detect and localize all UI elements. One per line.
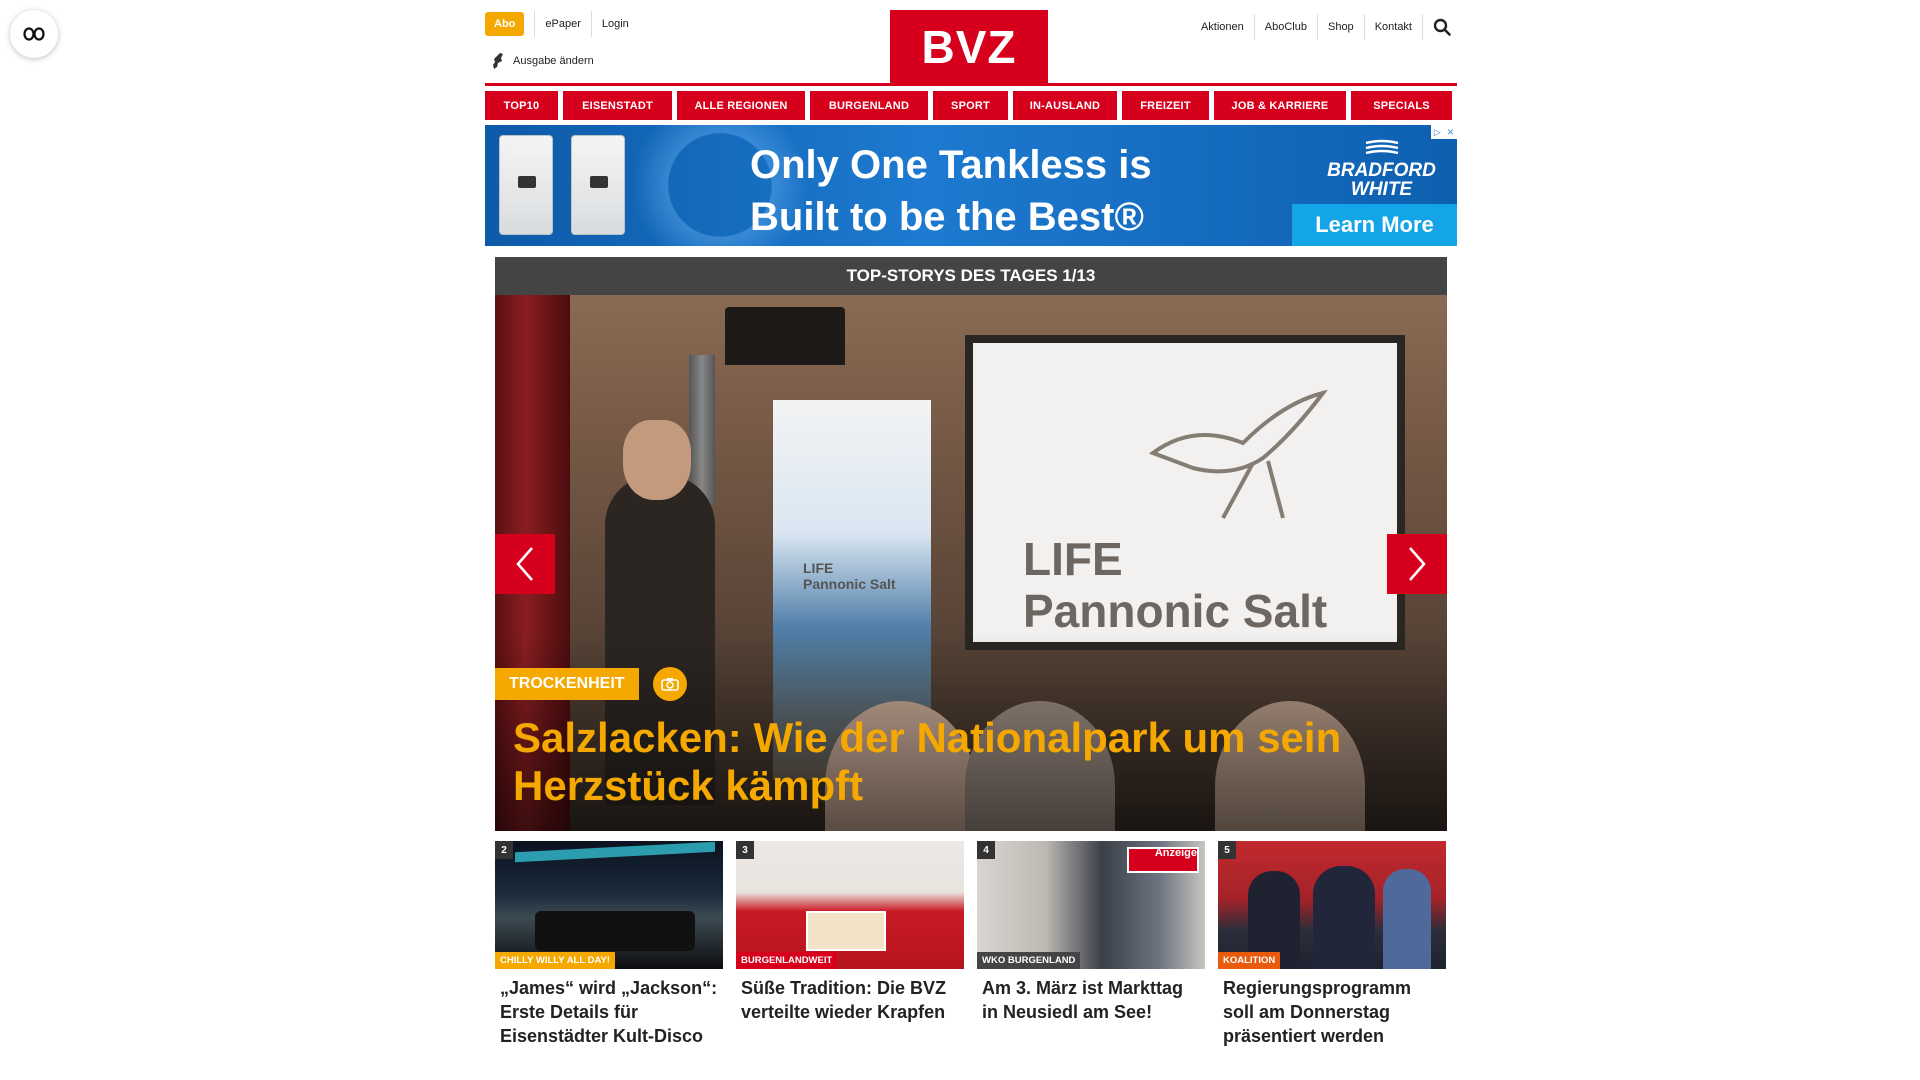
teaser-photo-krapfen [806,911,886,951]
teaser-image[interactable]: Anzeige 4 WKO BURGENLAND [977,841,1205,969]
banner-text-line2: Pannonic Salt [803,576,896,592]
teaser-headline[interactable]: Regierungsprogramm soll am Donnerstag pr… [1218,969,1446,1048]
slider-next-button[interactable] [1387,534,1447,594]
teaser-photo-light [515,841,715,863]
hero-image[interactable]: LIFE Pannonic Salt LIFE Pannonic Salt TR… [495,295,1447,831]
hero-category-tag[interactable]: TROCKENHEIT [495,668,639,700]
teaser-photo-person [1383,869,1431,969]
teaser-image[interactable]: 3 BURGENLANDWEIT [736,841,964,969]
aboclub-link[interactable]: AboClub [1255,14,1318,40]
ad-product-image [499,135,553,235]
screen-text: LIFE Pannonic Salt [1023,533,1327,637]
ad-headline-line1: Only One Tankless is [750,143,1152,187]
slider-prev-button[interactable] [495,534,555,594]
teaser-card[interactable]: 5 KOALITION Regierungsprogramm soll am D… [1218,841,1446,1048]
top-right-links: Aktionen AboClub Shop Kontakt [1191,14,1457,40]
nav-item-top10[interactable]: TOP10 [485,91,558,120]
teaser-card[interactable]: 3 BURGENLANDWEIT Süße Tradition: Die BVZ… [736,841,964,1048]
slider-header: TOP-STORYS DES TAGES 1/13 [495,257,1447,295]
ad-headline-line2: Built to be the Best® [750,195,1144,239]
camera-icon [661,678,679,691]
teaser-card[interactable]: 2 CHILLY WILLY ALL DAY! „James“ wird „Ja… [495,841,723,1048]
screen-text-line2: Pannonic Salt [1023,585,1328,637]
teaser-card[interactable]: Anzeige 4 WKO BURGENLAND Am 3. März ist … [977,841,1205,1048]
teaser-list: 2 CHILLY WILLY ALL DAY! „James“ wird „Ja… [495,841,1447,1048]
banner-text-line1: LIFE [803,560,834,576]
aktionen-link[interactable]: Aktionen [1191,14,1255,40]
kontakt-link[interactable]: Kontakt [1365,14,1423,40]
change-edition-link[interactable]: Ausgabe ändern [491,52,594,70]
top-story-slider: TOP-STORYS DES TAGES 1/13 LIFE Pannonic … [495,257,1447,831]
teaser-rank: 5 [1218,841,1236,859]
hero-headline[interactable]: Salzlacken: Wie der Nationalpark um sein… [513,714,1393,810]
teaser-photo-crowd [535,911,695,951]
nav-item-eisenstadt[interactable]: EISENSTADT [563,91,672,120]
bvz-logo[interactable]: BVZ [890,10,1048,83]
ad-brand-line1: BRADFORD [1327,160,1436,181]
photo-gallery-badge [653,667,687,701]
teaser-tag[interactable]: KOALITION [1218,952,1281,969]
epaper-link[interactable]: ePaper [534,11,592,37]
teaser-headline[interactable]: „James“ wird „Jackson“: Erste Details fü… [495,969,723,1048]
ad-product-image [571,135,625,235]
teaser-tag[interactable]: CHILLY WILLY ALL DAY! [495,952,615,969]
ad-close-icon[interactable]: ✕ [1447,127,1455,138]
nav-item-freizeit[interactable]: FREIZEIT [1122,91,1209,120]
top-left-links: Abo ePaper Login [485,11,639,37]
teaser-image[interactable]: 5 KOALITION [1218,841,1446,969]
nav-item-alle-regionen[interactable]: ALLE REGIONEN [677,91,805,120]
page-container: Abo ePaper Login Ausgabe ändern BVZ Akti… [485,0,1457,1048]
ad-learn-more-button[interactable]: Learn More [1292,204,1457,246]
nav-item-in-ausland[interactable]: IN-AUSLAND [1013,91,1117,120]
nav-item-sport[interactable]: SPORT [933,91,1008,120]
brand-wave-icon [1365,139,1398,155]
nav-item-specials[interactable]: SPECIALS [1351,91,1452,120]
teaser-image[interactable]: 2 CHILLY WILLY ALL DAY! [495,841,723,969]
screen-text-line1: LIFE [1023,533,1123,585]
shop-link[interactable]: Shop [1318,14,1365,40]
search-button[interactable] [1427,14,1457,40]
chevron-right-icon [1409,547,1426,581]
teaser-tag[interactable]: WKO BURGENLAND [977,952,1081,969]
bird-logo-icon [1148,389,1328,519]
ad-headline: Only One Tankless is Built to be the Bes… [750,139,1152,243]
ad-info-icon: ▷ [1433,126,1441,137]
banner-text: LIFE Pannonic Salt [803,560,896,592]
reader-mode-button[interactable] [10,10,58,58]
teaser-rank: 2 [495,841,513,859]
teaser-headline[interactable]: Süße Tradition: Die BVZ verteilte wieder… [736,969,964,1024]
hero-photo-speaker-head [623,420,691,500]
teaser-rank: 3 [736,841,754,859]
hero-photo-lamp [725,307,845,365]
site-header: Abo ePaper Login Ausgabe ändern BVZ Akti… [485,0,1457,86]
search-icon [1433,18,1451,36]
abo-button[interactable]: Abo [485,12,525,36]
ad-brand-line2: WHITE [1350,179,1413,200]
change-edition-label: Ausgabe ändern [513,55,594,67]
hero-photo-screen: LIFE Pannonic Salt [965,335,1405,650]
nav-item-burgenland[interactable]: BURGENLAND [810,91,928,120]
main-navigation: TOP10 EISENSTADT ALLE REGIONEN BURGENLAN… [485,91,1457,120]
nav-item-job-karriere[interactable]: JOB & KARRIERE [1214,91,1346,120]
chevron-left-icon [516,547,533,581]
hero-photo-pipe [689,355,715,505]
teaser-photo-person [1313,866,1375,969]
login-link[interactable]: Login [592,11,639,37]
ad-choices-button[interactable]: ▷ ✕ [1431,125,1457,139]
reader-mode-icon [23,27,45,41]
teaser-headline[interactable]: Am 3. März ist Markttag in Neusiedl am S… [977,969,1205,1024]
advertisement-label: Anzeige [1154,847,1197,859]
teaser-rank: 4 [977,841,995,859]
region-map-icon [493,53,503,69]
advertisement-banner[interactable]: Only One Tankless is Built to be the Bes… [485,125,1457,246]
teaser-tag[interactable]: BURGENLANDWEIT [736,952,838,969]
ad-brand-logo: BRADFORD WHITE [1324,139,1439,199]
